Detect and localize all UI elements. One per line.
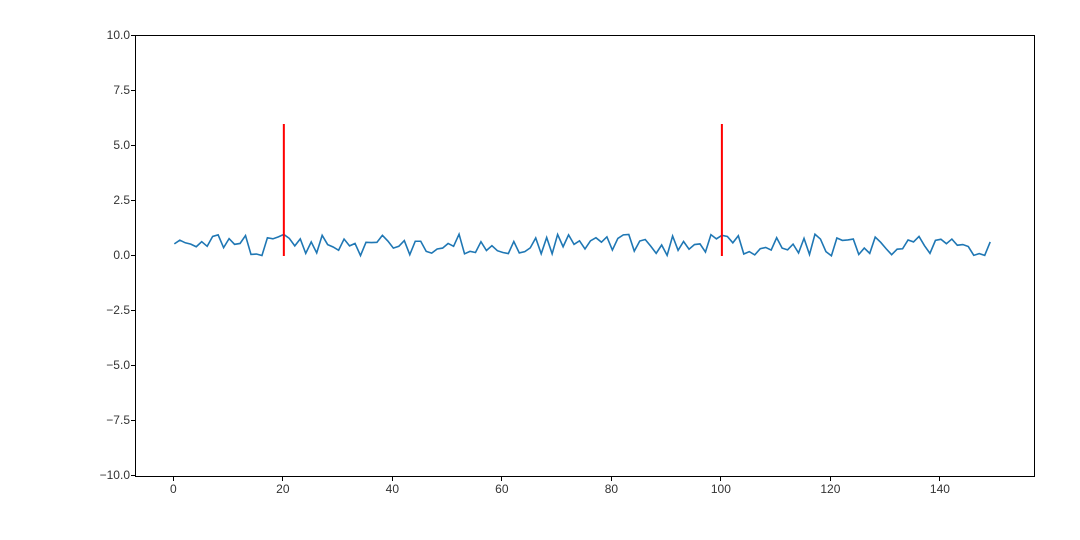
plot-area: [135, 35, 1035, 477]
y-tick-mark: [131, 35, 135, 36]
y-tick-mark: [131, 255, 135, 256]
vertical-lines: [284, 124, 722, 256]
y-tick-label: 7.5: [113, 83, 130, 97]
x-tick-label: 0: [170, 482, 177, 496]
x-tick-mark: [611, 477, 612, 481]
y-tick-label: 0.0: [113, 248, 130, 262]
y-tick-label: −10.0: [100, 468, 130, 482]
x-tick-label: 80: [605, 482, 618, 496]
x-tick-mark: [173, 477, 174, 481]
x-tick-label: 40: [386, 482, 399, 496]
y-tick-label: −2.5: [106, 303, 130, 317]
x-tick-mark: [392, 477, 393, 481]
x-tick-mark: [720, 477, 721, 481]
x-tick-label: 140: [930, 482, 950, 496]
x-tick-label: 100: [711, 482, 731, 496]
x-tick-label: 20: [276, 482, 289, 496]
y-tick-label: −7.5: [106, 413, 130, 427]
y-tick-mark: [131, 90, 135, 91]
y-tick-mark: [131, 365, 135, 366]
plot-svg: [136, 36, 1034, 476]
x-tick-mark: [939, 477, 940, 481]
y-tick-mark: [131, 420, 135, 421]
x-tick-mark: [830, 477, 831, 481]
y-tick-label: 2.5: [113, 193, 130, 207]
y-tick-mark: [131, 145, 135, 146]
y-tick-label: −5.0: [106, 358, 130, 372]
x-tick-mark: [282, 477, 283, 481]
x-tick-label: 120: [820, 482, 840, 496]
data-line: [174, 234, 990, 256]
x-tick-label: 60: [495, 482, 508, 496]
y-tick-mark: [131, 475, 135, 476]
x-tick-mark: [501, 477, 502, 481]
line-series: [174, 234, 990, 256]
y-tick-mark: [131, 310, 135, 311]
y-tick-label: 10.0: [107, 28, 130, 42]
y-tick-label: 5.0: [113, 138, 130, 152]
y-tick-mark: [131, 200, 135, 201]
